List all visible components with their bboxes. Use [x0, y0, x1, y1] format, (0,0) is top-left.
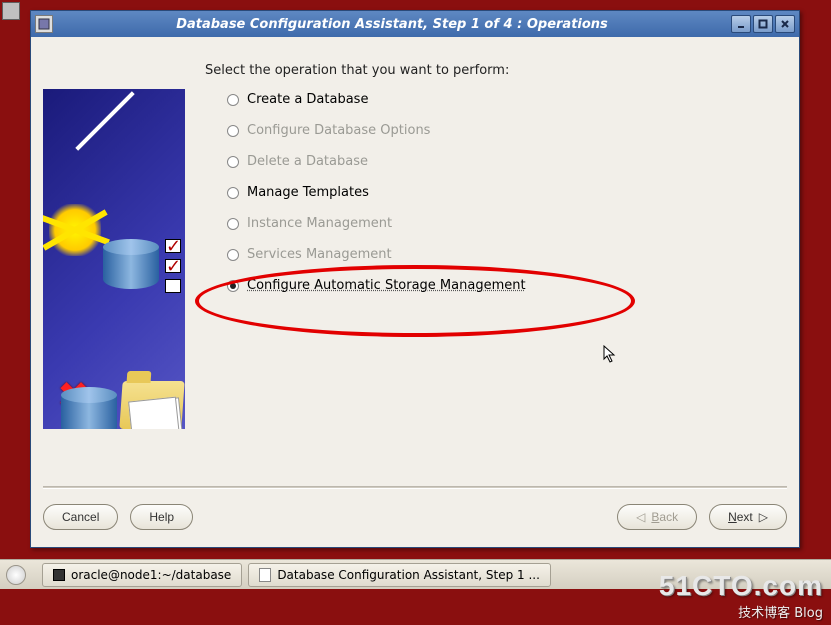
radio-label: Configure Automatic Storage Management: [247, 278, 526, 293]
radio-icon: [227, 94, 239, 106]
radio-label: Create a Database: [247, 92, 368, 107]
window-icon: [259, 568, 271, 582]
taskbar-dbca[interactable]: Database Configuration Assistant, Step 1…: [248, 563, 551, 587]
radio-label: Instance Management: [247, 216, 392, 231]
taskbar-terminal-label: oracle@node1:~/database: [71, 568, 231, 582]
radio-label: Manage Templates: [247, 185, 369, 200]
taskbar-dbca-label: Database Configuration Assistant, Step 1…: [277, 568, 540, 582]
titlebar: Database Configuration Assistant, Step 1…: [31, 11, 799, 37]
radio-icon: [227, 218, 239, 230]
minimize-button[interactable]: [731, 15, 751, 33]
radio-option: Instance Management: [227, 216, 787, 231]
prompt-text: Select the operation that you want to pe…: [205, 63, 787, 78]
app-icon: [35, 15, 53, 33]
cursor-icon: [603, 345, 617, 367]
radio-option: Delete a Database: [227, 154, 787, 169]
taskbar-terminal[interactable]: oracle@node1:~/database: [42, 563, 242, 587]
radio-icon: [227, 249, 239, 261]
radio-option: Services Management: [227, 247, 787, 262]
back-button[interactable]: ◁ Back: [617, 504, 697, 530]
next-button[interactable]: Next ▷: [709, 504, 787, 530]
radio-option[interactable]: Configure Automatic Storage Management: [227, 278, 787, 293]
wizard-buttons: Cancel Help ◁ Back Next ▷: [43, 499, 787, 535]
radio-option: Configure Database Options: [227, 123, 787, 138]
operation-choices: Select the operation that you want to pe…: [205, 49, 787, 480]
divider: [43, 486, 787, 489]
radio-icon: [227, 156, 239, 168]
desktop-launcher-icon[interactable]: [2, 2, 20, 20]
cancel-button[interactable]: Cancel: [43, 504, 118, 530]
taskbar: oracle@node1:~/database Database Configu…: [0, 559, 831, 589]
chevron-right-icon: ▷: [759, 510, 768, 524]
terminal-icon: [53, 569, 65, 581]
radio-label: Configure Database Options: [247, 123, 430, 138]
radio-label: Services Management: [247, 247, 392, 262]
radio-icon: [227, 187, 239, 199]
start-button-icon[interactable]: [6, 565, 26, 585]
maximize-button[interactable]: [753, 15, 773, 33]
radio-label: Delete a Database: [247, 154, 368, 169]
window-title: Database Configuration Assistant, Step 1…: [59, 17, 725, 32]
chevron-left-icon: ◁: [636, 510, 645, 524]
content-area: ✓ ✓ ✖ Select the operation that you want…: [31, 37, 799, 547]
watermark-sub: 技术博客 Blog: [738, 602, 823, 621]
close-button[interactable]: [775, 15, 795, 33]
radio-icon: [227, 125, 239, 137]
radio-option[interactable]: Create a Database: [227, 92, 787, 107]
window-controls: [731, 15, 795, 33]
wizard-illustration: ✓ ✓ ✖: [43, 89, 185, 429]
radio-option[interactable]: Manage Templates: [227, 185, 787, 200]
dbca-window: Database Configuration Assistant, Step 1…: [30, 10, 800, 548]
help-button[interactable]: Help: [130, 504, 193, 530]
radio-icon: [227, 280, 239, 292]
